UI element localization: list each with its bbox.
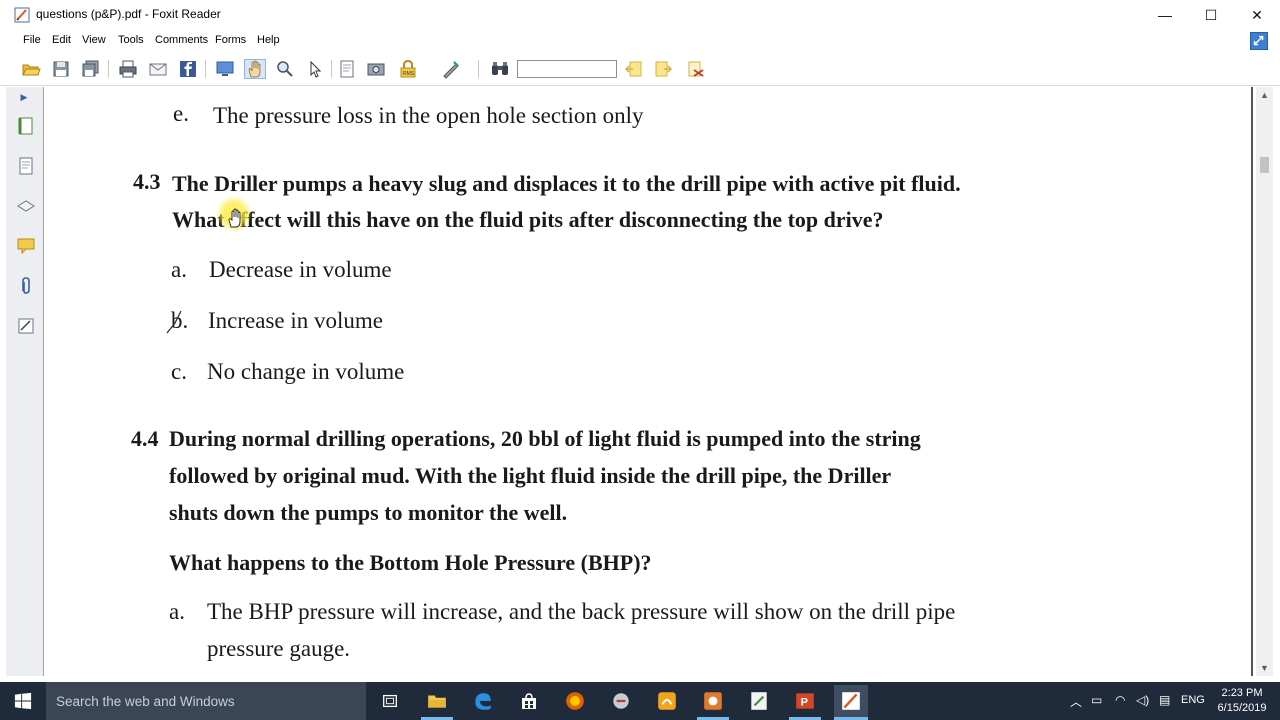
minimize-button[interactable]: — [1142, 0, 1188, 30]
question-4-3-line2: What effect will this have on the fluid … [172, 207, 884, 232]
rms-icon[interactable]: RMS [397, 59, 419, 79]
navigation-sidebar: ▶ [6, 87, 44, 676]
question-4-4-line2: followed by original mud. With the light… [169, 463, 892, 488]
title-bar: questions (p&P).pdf - Foxit Reader — ☐ ✕ [0, 0, 1280, 30]
window-title: questions (p&P).pdf - Foxit Reader [36, 7, 221, 21]
hand-cursor-icon [228, 208, 241, 228]
snapshot-icon[interactable] [365, 59, 387, 79]
volume-icon[interactable]: ◁) [1136, 693, 1149, 707]
find-next-icon[interactable] [652, 59, 674, 79]
q43-option-c-text: No change in volume [207, 359, 405, 384]
facebook-icon[interactable] [177, 59, 199, 79]
menu-bar: File Edit View Tools Comments Forms Help [0, 30, 1280, 52]
text-select-icon[interactable] [336, 59, 358, 79]
menu-forms[interactable]: Forms [215, 34, 246, 46]
vertical-scrollbar[interactable]: ▲ ▼ [1256, 87, 1273, 676]
find-options-icon[interactable] [685, 59, 707, 79]
file-explorer-icon[interactable] [424, 688, 450, 714]
toolbar-separator [108, 60, 109, 78]
menu-help[interactable]: Help [257, 34, 280, 46]
svg-text:RMS: RMS [403, 71, 415, 77]
toolbar-separator [331, 60, 332, 78]
q43-option-a-text: Decrease in volume [209, 257, 392, 282]
menu-comments[interactable]: Comments [155, 34, 208, 46]
app-shield-icon[interactable] [608, 688, 634, 714]
taskbar-search-placeholder: Search the web and Windows [56, 694, 235, 709]
option-e-text: The pressure loss in the open hole secti… [213, 103, 644, 128]
maximize-button[interactable]: ☐ [1188, 0, 1234, 30]
pages-icon[interactable] [15, 155, 37, 177]
question-4-4-line1: During normal drilling operations, 20 bb… [169, 426, 921, 451]
binoculars-icon[interactable] [489, 59, 511, 79]
bookmarks-icon[interactable] [15, 115, 37, 137]
comments-icon[interactable] [15, 235, 37, 257]
email-icon[interactable] [147, 59, 169, 79]
store-icon[interactable] [516, 688, 542, 714]
close-button[interactable]: ✕ [1234, 0, 1280, 30]
screen-icon[interactable] [214, 59, 236, 79]
question-4-4-line3: shuts down the pumps to monitor the well… [169, 500, 568, 525]
foxit-taskbar-icon[interactable] [834, 685, 868, 717]
find-input[interactable] [517, 60, 617, 78]
zoom-icon[interactable] [274, 59, 296, 79]
clock[interactable]: 2:23 PM 6/15/2019 [1214, 686, 1270, 716]
layers-icon[interactable] [15, 195, 37, 217]
menu-edit[interactable]: Edit [52, 34, 71, 46]
find-prev-icon[interactable] [623, 59, 645, 79]
battery-icon[interactable]: ▭ [1091, 693, 1102, 707]
answer-check-mark [166, 310, 182, 334]
task-view-icon[interactable] [377, 688, 403, 714]
windows-start-icon[interactable] [0, 682, 46, 720]
tray-chevron-icon[interactable]: ︿ [1070, 693, 1082, 710]
recorder-app-icon[interactable] [700, 688, 726, 714]
question-4-3-line1: The Driller pumps a heavy slug and displ… [172, 171, 961, 196]
question-4-4-number: 4.4 [131, 426, 159, 451]
q43-option-b-text: Increase in volume [208, 308, 383, 333]
expand-panel-icon[interactable]: ▶ [16, 89, 32, 105]
q44-option-a-line2: pressure gauge. [207, 636, 351, 661]
q43-option-a-label: a. [171, 257, 187, 282]
q44-option-a-line1: The BHP pressure will increase, and the … [207, 599, 956, 624]
media-app-icon[interactable] [654, 688, 680, 714]
toolbar-separator [205, 60, 206, 78]
clock-time: 2:23 PM [1221, 687, 1263, 699]
fullscreen-icon[interactable] [1250, 32, 1268, 50]
powerpoint-icon[interactable]: P [792, 688, 818, 714]
notes-app-icon[interactable] [746, 688, 772, 714]
notification-icon[interactable]: ▤ [1159, 693, 1170, 707]
clock-date: 6/15/2019 [1217, 702, 1267, 714]
language-indicator[interactable]: ENG [1181, 694, 1205, 706]
save-icon[interactable] [50, 59, 72, 79]
svg-text:P: P [801, 696, 808, 708]
signature-icon[interactable] [15, 315, 37, 337]
edge-browser-icon[interactable] [470, 688, 496, 714]
foxit-app-icon [14, 7, 30, 23]
hand-icon[interactable] [244, 59, 266, 79]
menu-tools[interactable]: Tools [118, 34, 144, 46]
toolbar-separator [478, 60, 479, 78]
save-all-icon[interactable] [80, 59, 102, 79]
pen-icon[interactable] [440, 59, 462, 79]
scroll-up-icon[interactable]: ▲ [1256, 87, 1273, 103]
select-icon[interactable] [304, 59, 326, 79]
question-4-3-number: 4.3 [133, 169, 161, 194]
toolbar: RMS [0, 52, 1280, 86]
document-view[interactable]: e. The pressure loss in the open hole se… [45, 87, 1253, 676]
taskbar: Search the web and Windows P ︿ ▭ ◠ ◁) ▤ … [0, 682, 1280, 720]
attachment-icon[interactable] [15, 275, 37, 297]
menu-file[interactable]: File [23, 34, 41, 46]
scroll-down-icon[interactable]: ▼ [1256, 660, 1273, 676]
question-4-4-prompt: What happens to the Bottom Hole Pressure… [169, 550, 652, 575]
q43-option-c-label: c. [171, 359, 187, 384]
open-icon[interactable] [20, 59, 42, 79]
q44-option-a-label: a. [169, 599, 185, 624]
option-e-label: e. [173, 101, 189, 126]
scroll-thumb[interactable] [1260, 157, 1269, 173]
firefox-icon[interactable] [562, 688, 588, 714]
menu-view[interactable]: View [82, 34, 106, 46]
print-icon[interactable] [117, 59, 139, 79]
wifi-icon[interactable]: ◠ [1115, 693, 1125, 707]
